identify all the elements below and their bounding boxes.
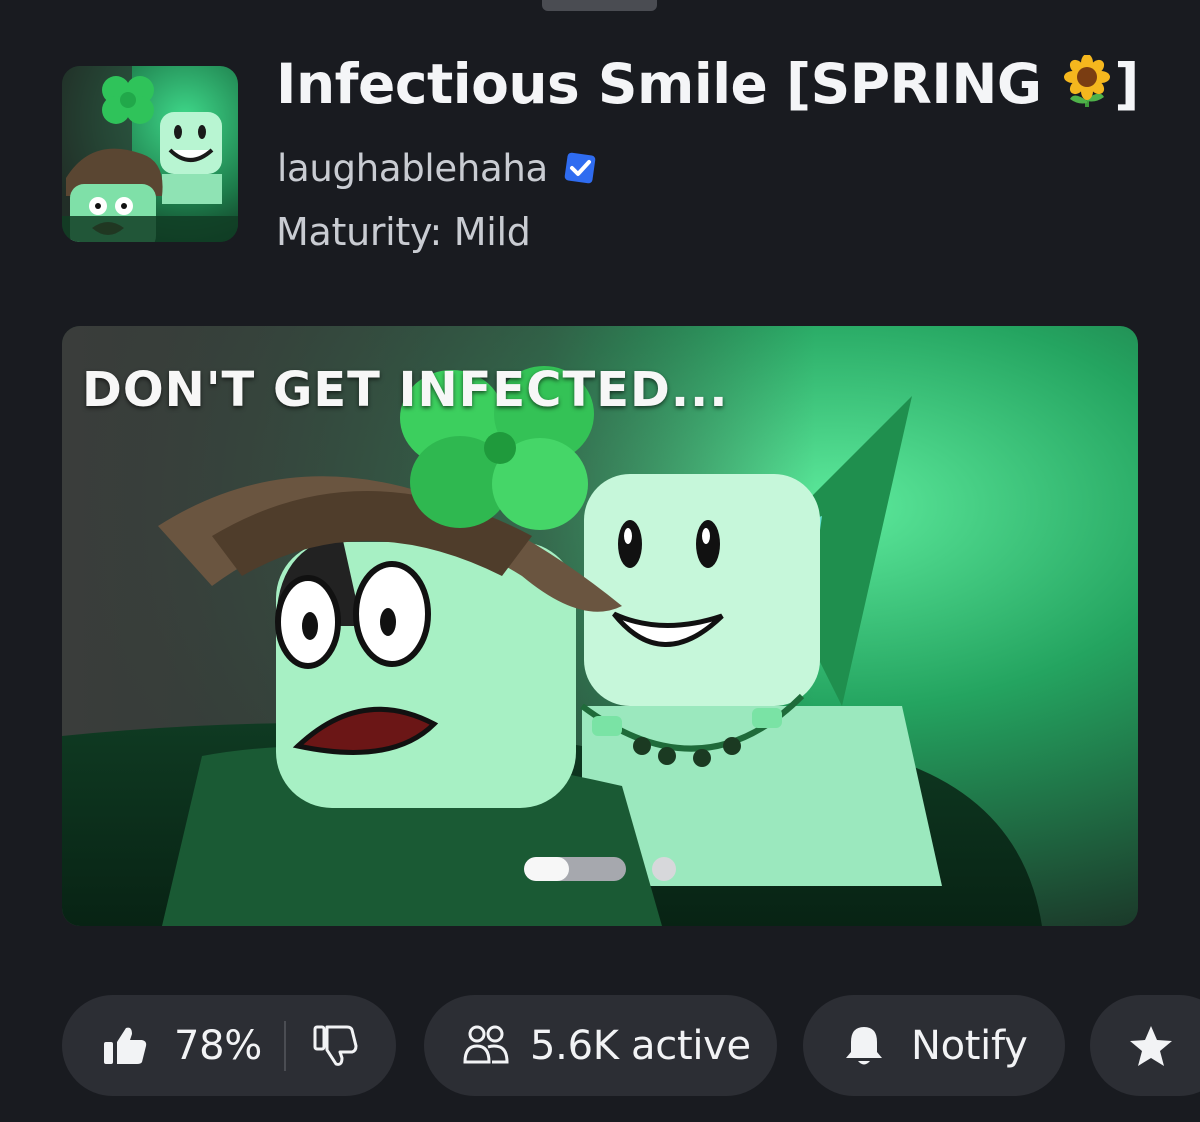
maturity-rating: Maturity: Mild bbox=[276, 210, 531, 254]
verified-badge-icon bbox=[564, 152, 596, 184]
active-players-pill[interactable]: 5.6K active bbox=[424, 995, 777, 1096]
notify-button[interactable]: Notify bbox=[803, 995, 1065, 1096]
favorite-button[interactable] bbox=[1090, 995, 1200, 1096]
rating-percent: 78% bbox=[174, 1022, 263, 1069]
carousel-indicators bbox=[524, 857, 676, 881]
carousel-dot[interactable] bbox=[652, 857, 676, 881]
vote-divider bbox=[284, 1020, 287, 1071]
vote-pill: 78% bbox=[62, 995, 396, 1096]
thumbs-down-icon[interactable] bbox=[312, 1024, 358, 1068]
active-count: 5.6K active bbox=[530, 1022, 751, 1069]
game-icon bbox=[62, 66, 238, 242]
sunflower-icon bbox=[1062, 54, 1112, 122]
notify-label: Notify bbox=[911, 1022, 1028, 1069]
banner-caption: DON'T GET INFECTED... bbox=[82, 362, 729, 418]
game-title-text: Infectious Smile [SPRING bbox=[276, 52, 1042, 116]
carousel-progress-fill bbox=[524, 857, 569, 881]
drag-handle[interactable] bbox=[542, 0, 657, 11]
game-title-end: ] bbox=[1114, 52, 1139, 116]
creator-name[interactable]: laughablehaha bbox=[277, 147, 548, 190]
game-title: Infectious Smile [SPRING ] bbox=[276, 52, 1176, 122]
star-icon bbox=[1130, 1025, 1172, 1066]
bell-icon bbox=[846, 1026, 882, 1064]
people-icon bbox=[463, 1025, 509, 1063]
media-carousel[interactable]: DON'T GET INFECTED... bbox=[62, 326, 1138, 926]
thumbs-up-icon[interactable] bbox=[102, 1026, 148, 1066]
creator-row[interactable]: laughablehaha bbox=[277, 143, 598, 193]
carousel-dot-active[interactable] bbox=[524, 857, 626, 881]
